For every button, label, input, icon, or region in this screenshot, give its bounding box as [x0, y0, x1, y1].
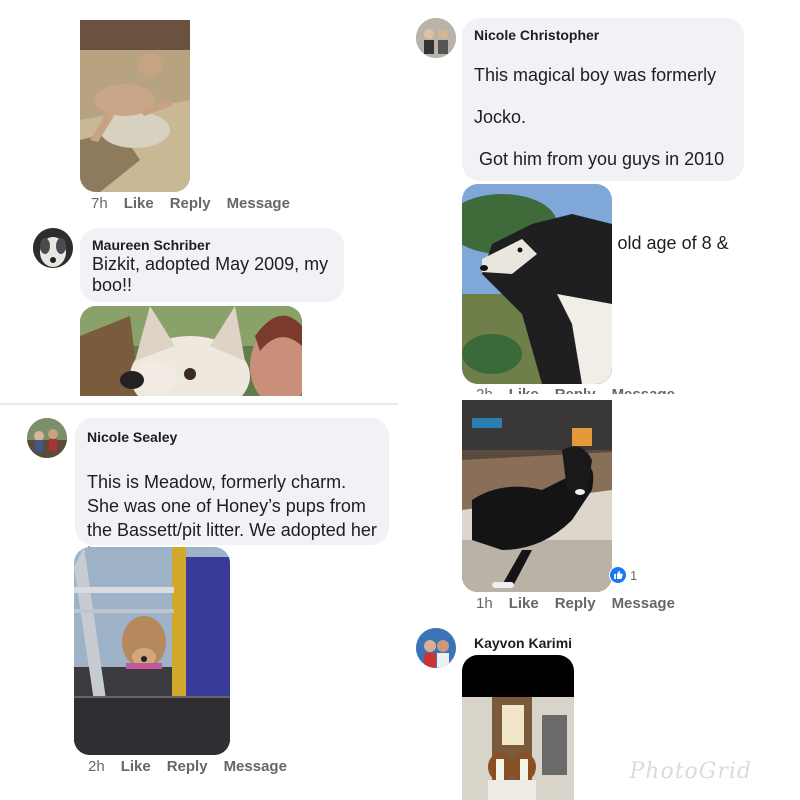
- timestamp: 2h: [476, 386, 493, 394]
- message-link[interactable]: Message: [612, 595, 675, 612]
- comment-line: Jocko.: [474, 107, 527, 127]
- comment-text: Bizkit, adopted May 2009, my boo!!: [92, 254, 329, 295]
- panel-maureen: Maureen Schriber Bizkit, adopted May 200…: [0, 222, 398, 396]
- watermark: PhotoGrid: [629, 759, 752, 784]
- comment-bubble: Nicole Sealey This is Meadow, formerly c…: [75, 418, 389, 586]
- action-bar: 1h Like Reply Message: [476, 595, 675, 612]
- author-name[interactable]: Kayvon Karimi: [474, 634, 572, 652]
- panel-nicole-sealey: Nicole Sealey This is Meadow, formerly c…: [0, 410, 398, 800]
- message-link[interactable]: Message: [224, 758, 287, 775]
- comment-line: Got him from you guys in 2010: [474, 149, 725, 169]
- panel-nicole-christopher: Nicole Christopher This magical boy was …: [402, 0, 800, 396]
- reply-link[interactable]: Reply: [167, 758, 208, 775]
- author-name[interactable]: Nicole Sealey: [87, 428, 377, 446]
- jocko-photo[interactable]: [462, 184, 612, 384]
- avatar[interactable]: [33, 228, 73, 268]
- author-name[interactable]: Nicole Christopher: [474, 26, 732, 44]
- panel-top-left: 7h Like Reply Message: [0, 0, 398, 222]
- avatar[interactable]: [416, 18, 456, 58]
- meadow-playground-photo[interactable]: [74, 547, 230, 755]
- action-bar-partial: 2h Like Reply Message: [476, 386, 675, 394]
- like-link[interactable]: Like: [509, 386, 539, 394]
- timestamp: 2h: [88, 758, 105, 775]
- reply-link[interactable]: Reply: [170, 195, 211, 212]
- bizkit-selfie-photo[interactable]: [80, 306, 302, 396]
- dog-on-bed-photo[interactable]: [80, 20, 190, 192]
- like-link[interactable]: Like: [121, 758, 151, 775]
- reply-link[interactable]: Reply: [555, 595, 596, 612]
- like-link[interactable]: Like: [509, 595, 539, 612]
- panel-black-dog: 1 1h Like Reply Message: [402, 396, 800, 620]
- like-link[interactable]: Like: [124, 195, 154, 212]
- thumbs-up-icon: [609, 566, 627, 584]
- timestamp: 7h: [91, 195, 108, 212]
- message-link[interactable]: Message: [612, 386, 675, 394]
- reply-link[interactable]: Reply: [555, 386, 596, 394]
- avatar[interactable]: [27, 418, 67, 458]
- comment-bubble: Nicole Christopher This magical boy was …: [462, 18, 744, 339]
- comment-line: This magical boy was formerly: [474, 65, 717, 85]
- author-name[interactable]: Maureen Schriber: [92, 236, 332, 254]
- black-dog-photo[interactable]: [462, 400, 612, 592]
- panel-divider: [0, 403, 398, 405]
- message-link[interactable]: Message: [227, 195, 290, 212]
- action-bar: 2h Like Reply Message: [88, 758, 287, 775]
- avatar[interactable]: [416, 628, 456, 668]
- timestamp: 1h: [476, 595, 493, 612]
- action-bar: 7h Like Reply Message: [91, 195, 290, 212]
- comment-bubble: Maureen Schriber Bizkit, adopted May 200…: [80, 228, 344, 302]
- two-dogs-photo[interactable]: [462, 655, 574, 800]
- reaction-count: 1: [630, 567, 638, 583]
- reaction-summary[interactable]: 1: [609, 566, 637, 584]
